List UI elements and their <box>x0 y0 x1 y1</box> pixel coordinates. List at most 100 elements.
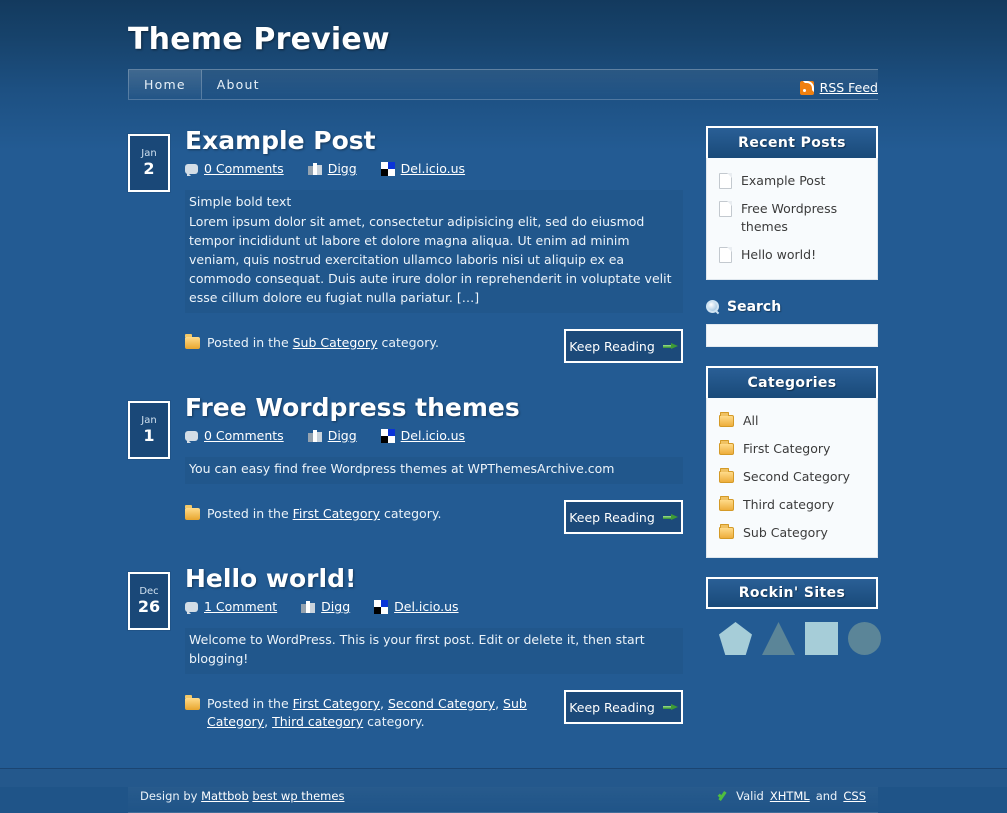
rockin-sites-shapes <box>706 609 881 655</box>
keep-reading-button[interactable]: Keep Reading <box>564 329 683 363</box>
triangle-icon[interactable] <box>762 622 795 655</box>
category-link[interactable]: Sub Category <box>293 335 378 350</box>
rss-icon <box>799 80 814 95</box>
document-icon <box>719 247 732 263</box>
comments-link[interactable]: 0 Comments <box>185 161 284 176</box>
footer-credits: Design by Mattbob best wp themes <box>140 789 344 803</box>
footer-validation: Valid XHTML and CSS <box>717 789 866 803</box>
category-link[interactable]: First Category <box>293 696 380 711</box>
widget-body-recent-posts: Example Post Free Wordpress themes Hello… <box>706 158 878 280</box>
folder-icon <box>185 505 200 520</box>
search-input[interactable] <box>706 324 878 347</box>
css-link[interactable]: CSS <box>843 789 866 803</box>
widget-rockin-sites: Rockin' Sites <box>706 577 881 655</box>
category-link[interactable]: First Category <box>293 506 380 521</box>
delicious-label: Del.icio.us <box>400 428 466 443</box>
digg-link[interactable]: Digg <box>301 599 350 614</box>
post-footer: Posted in the First Category category. K… <box>185 500 683 534</box>
list-item[interactable]: First Category <box>717 435 867 463</box>
pentagon-icon[interactable] <box>719 622 752 655</box>
rss-feed-link[interactable]: RSS Feed <box>799 80 878 95</box>
keep-reading-button[interactable]: Keep Reading <box>564 500 683 534</box>
keep-reading-button[interactable]: Keep Reading <box>564 690 683 724</box>
sidebar: Recent Posts Example Post Free Wordpress… <box>706 126 881 761</box>
category-label: Sub Category <box>743 525 828 540</box>
keep-reading-label: Keep Reading <box>569 699 655 715</box>
comments-link[interactable]: 0 Comments <box>185 428 284 443</box>
post-footer: Posted in the Sub Category category. Kee… <box>185 329 683 363</box>
categories-list: All First Category Second Category Third… <box>717 407 867 547</box>
recent-posts-list: Example Post Free Wordpress themes Hello… <box>717 167 867 269</box>
post-title[interactable]: Example Post <box>185 126 683 155</box>
post-excerpt: Welcome to WordPress. This is your first… <box>185 628 683 674</box>
widget-title-rockin-sites: Rockin' Sites <box>706 577 878 609</box>
widget-title-recent-posts: Recent Posts <box>706 126 878 158</box>
delicious-link[interactable]: Del.icio.us <box>380 428 466 443</box>
list-item[interactable]: Example Post <box>717 167 867 195</box>
category-link[interactable]: Second Category <box>388 696 495 711</box>
recent-post-label: Hello world! <box>741 247 817 262</box>
digg-link[interactable]: Digg <box>307 428 357 443</box>
footer-design-by: Design by <box>140 789 198 803</box>
post-title[interactable]: Hello world! <box>185 564 683 593</box>
post-categories-text: Posted in the First Category, Second Cat… <box>207 695 554 731</box>
nav-item-home[interactable]: Home <box>128 70 202 99</box>
footer-themes-link[interactable]: best wp themes <box>252 789 344 803</box>
nav-items: Home About <box>128 70 275 99</box>
category-label: Second Category <box>743 469 851 484</box>
valid-text: Valid <box>736 789 764 803</box>
post-date-day: 26 <box>137 597 161 616</box>
sep-1: , <box>380 696 384 711</box>
arrow-right-icon <box>662 513 678 521</box>
and-text: and <box>815 789 838 803</box>
widget-title-categories: Categories <box>706 366 878 398</box>
list-item[interactable]: Third category <box>717 491 867 519</box>
post-categories: Posted in the Sub Category category. <box>185 329 554 352</box>
list-item[interactable]: Sub Category <box>717 519 867 547</box>
search-icon <box>706 300 720 314</box>
folder-icon <box>719 468 734 483</box>
list-item[interactable]: Second Category <box>717 463 867 491</box>
post-body: Free Wordpress themes 0 Comments Digg De… <box>185 393 683 534</box>
post-body: Hello world! 1 Comment Digg Del.icio.us … <box>185 564 683 731</box>
post-excerpt: You can easy find free Wordpress themes … <box>185 457 683 484</box>
list-item[interactable]: Hello world! <box>717 241 867 269</box>
rss-feed-label: RSS Feed <box>819 80 878 95</box>
category-label: First Category <box>743 441 831 456</box>
recent-post-label: Free Wordpress themes <box>741 201 838 234</box>
posted-prefix: Posted in the <box>207 506 289 521</box>
xhtml-link[interactable]: XHTML <box>770 789 810 803</box>
comment-icon <box>185 601 198 614</box>
comments-link[interactable]: 1 Comment <box>185 599 277 614</box>
circle-icon[interactable] <box>848 622 881 655</box>
list-item[interactable]: All <box>717 407 867 435</box>
nav-item-about[interactable]: About <box>202 70 275 99</box>
digg-label: Digg <box>327 161 357 176</box>
post-categories-text: Posted in the First Category category. <box>207 505 441 523</box>
post-excerpt-text: Welcome to WordPress. This is your first… <box>189 632 645 666</box>
posted-suffix: category. <box>367 714 425 729</box>
document-icon <box>719 173 732 189</box>
document-icon <box>719 201 732 217</box>
category-link[interactable]: Third category <box>272 714 363 729</box>
posted-suffix: category. <box>381 335 439 350</box>
delicious-link[interactable]: Del.icio.us <box>380 161 465 176</box>
site-container: Theme Preview Home About RSS Feed Jan 2 <box>128 0 881 813</box>
square-icon[interactable] <box>805 622 838 655</box>
post-item: Jan 2 Example Post 0 Comments Digg Del.i… <box>128 126 683 363</box>
digg-icon <box>307 162 322 175</box>
post-meta: 0 Comments Digg Del.icio.us <box>185 428 683 443</box>
post-excerpt-text: Lorem ipsum dolor sit amet, consectetur … <box>189 214 672 305</box>
list-item[interactable]: Free Wordpress themes <box>717 195 867 241</box>
delicious-icon <box>374 599 389 614</box>
delicious-link[interactable]: Del.icio.us <box>374 599 459 614</box>
digg-link[interactable]: Digg <box>307 161 357 176</box>
post-item: Jan 1 Free Wordpress themes 0 Comments D… <box>128 393 683 534</box>
category-label: Third category <box>743 497 835 512</box>
sep-2: , <box>495 696 500 711</box>
post-title[interactable]: Free Wordpress themes <box>185 393 683 422</box>
post-date-day: 2 <box>143 159 155 178</box>
post-categories-text: Posted in the Sub Category category. <box>207 334 439 352</box>
page-root: Theme Preview Home About RSS Feed Jan 2 <box>0 0 1007 813</box>
footer-author-link[interactable]: Mattbob <box>201 789 249 803</box>
